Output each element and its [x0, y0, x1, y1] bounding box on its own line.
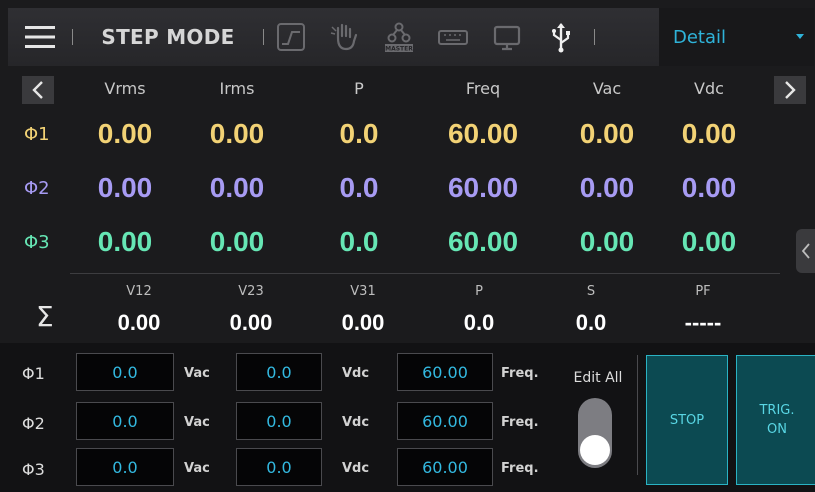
top-bar: STEP MODE MASTER Detail	[8, 8, 814, 66]
vac-value: 0.00	[579, 172, 635, 203]
divider	[70, 273, 780, 274]
freq-value: 60.00	[447, 226, 519, 257]
column-header-p: P	[354, 79, 364, 98]
freq-unit: Freq.	[501, 366, 539, 381]
vdc-value: 0.00	[681, 118, 737, 149]
stop-button-label: STOP	[669, 412, 705, 428]
vac-value: 0.00	[579, 118, 635, 149]
vrms-value: 0.00	[97, 172, 153, 203]
keyboard-icon[interactable]	[426, 8, 480, 66]
chevron-left-icon	[32, 81, 43, 99]
power-value: 0.0	[339, 172, 379, 203]
edit-phase-label: Φ3	[22, 460, 45, 479]
summary-value-v31: 0.00	[341, 310, 385, 335]
summary-header-pf: PF	[695, 284, 711, 299]
vdc-unit: Vdc	[342, 366, 370, 381]
toggle-knob	[580, 435, 610, 465]
chevron-right-icon	[785, 81, 796, 99]
summary-value-s: 0.0	[575, 310, 607, 335]
irms-value: 0.00	[209, 172, 265, 203]
sigma-icon: Σ	[36, 300, 54, 333]
column-header-vac: Vac	[592, 79, 622, 98]
prev-page-button[interactable]	[22, 76, 54, 104]
divider	[637, 355, 638, 475]
phase-label: Φ3	[24, 232, 50, 253]
vac-input[interactable]: 0.0	[76, 448, 174, 486]
column-header-vrms: Vrms	[104, 79, 146, 98]
power-value: 0.0	[339, 118, 379, 149]
view-select[interactable]: Detail	[659, 8, 814, 66]
column-header-irms: Irms	[219, 79, 255, 98]
vac-input[interactable]: 0.0	[76, 402, 174, 440]
monitor-icon[interactable]	[480, 8, 534, 66]
vac-input[interactable]: 0.0	[76, 353, 174, 391]
next-page-button[interactable]	[774, 76, 806, 104]
edit-all-label: Edit All	[573, 370, 623, 386]
summary-header-s: S	[586, 284, 596, 299]
trig-on-button[interactable]: TRIG. ON	[736, 355, 815, 485]
hand-icon[interactable]	[318, 8, 372, 66]
summary-header-p: P	[475, 284, 483, 299]
edit-all-toggle[interactable]	[578, 398, 612, 468]
vdc-value: 0.00	[681, 172, 737, 203]
summary-value-pf: -----	[684, 310, 722, 335]
vdc-input[interactable]: 0.0	[236, 402, 322, 440]
dropdown-caret-icon	[796, 34, 804, 39]
master-icon[interactable]: MASTER	[372, 8, 426, 66]
irms-value: 0.00	[209, 118, 265, 149]
view-select-value: Detail	[673, 26, 727, 48]
edit-phase-label: Φ1	[22, 364, 45, 383]
freq-value: 60.00	[447, 118, 519, 149]
vdc-unit: Vdc	[342, 415, 370, 430]
edit-phase-label: Φ2	[22, 414, 45, 433]
vdc-value: 0.00	[681, 226, 737, 257]
vac-unit: Vac	[184, 461, 210, 476]
vdc-unit: Vdc	[342, 461, 370, 476]
phase-label: Φ1	[24, 124, 50, 145]
divider	[594, 29, 595, 45]
chevron-left-icon	[801, 243, 810, 259]
usb-icon[interactable]	[534, 8, 588, 66]
menu-icon[interactable]	[8, 8, 72, 66]
vdc-input[interactable]: 0.0	[236, 353, 322, 391]
summary-value-v23: 0.00	[229, 310, 273, 335]
trig-button-label: TRIG. ON	[759, 401, 794, 439]
vac-unit: Vac	[184, 415, 210, 430]
trig-label-line1: TRIG.	[759, 403, 795, 418]
trig-label-line2: ON	[767, 422, 787, 437]
freq-unit: Freq.	[501, 415, 539, 430]
side-panel-tab[interactable]	[796, 229, 815, 273]
column-header-freq: Freq	[465, 79, 501, 98]
freq-input[interactable]: 60.00	[397, 353, 493, 391]
phase-label: Φ2	[24, 178, 50, 199]
irms-value: 0.00	[209, 226, 265, 257]
vrms-value: 0.00	[97, 118, 153, 149]
mode-title: STEP MODE	[101, 25, 235, 49]
stop-button[interactable]: STOP	[646, 355, 728, 485]
summary-header-v31: V31	[350, 284, 376, 299]
summary-value-p: 0.0	[463, 310, 495, 335]
vdc-input[interactable]: 0.0	[236, 448, 322, 486]
vrms-value: 0.00	[97, 226, 153, 257]
waveform-icon[interactable]	[264, 8, 318, 66]
vac-value: 0.00	[579, 226, 635, 257]
freq-value: 60.00	[447, 172, 519, 203]
summary-header-v12: V12	[126, 284, 152, 299]
freq-input[interactable]: 60.00	[397, 402, 493, 440]
power-value: 0.0	[339, 226, 379, 257]
freq-input[interactable]: 60.00	[397, 448, 493, 486]
summary-header-v23: V23	[238, 284, 264, 299]
vac-unit: Vac	[184, 366, 210, 381]
master-icon-text: MASTER	[385, 46, 413, 53]
freq-unit: Freq.	[501, 461, 539, 476]
column-header-vdc: Vdc	[694, 79, 724, 98]
summary-value-v12: 0.00	[117, 310, 161, 335]
